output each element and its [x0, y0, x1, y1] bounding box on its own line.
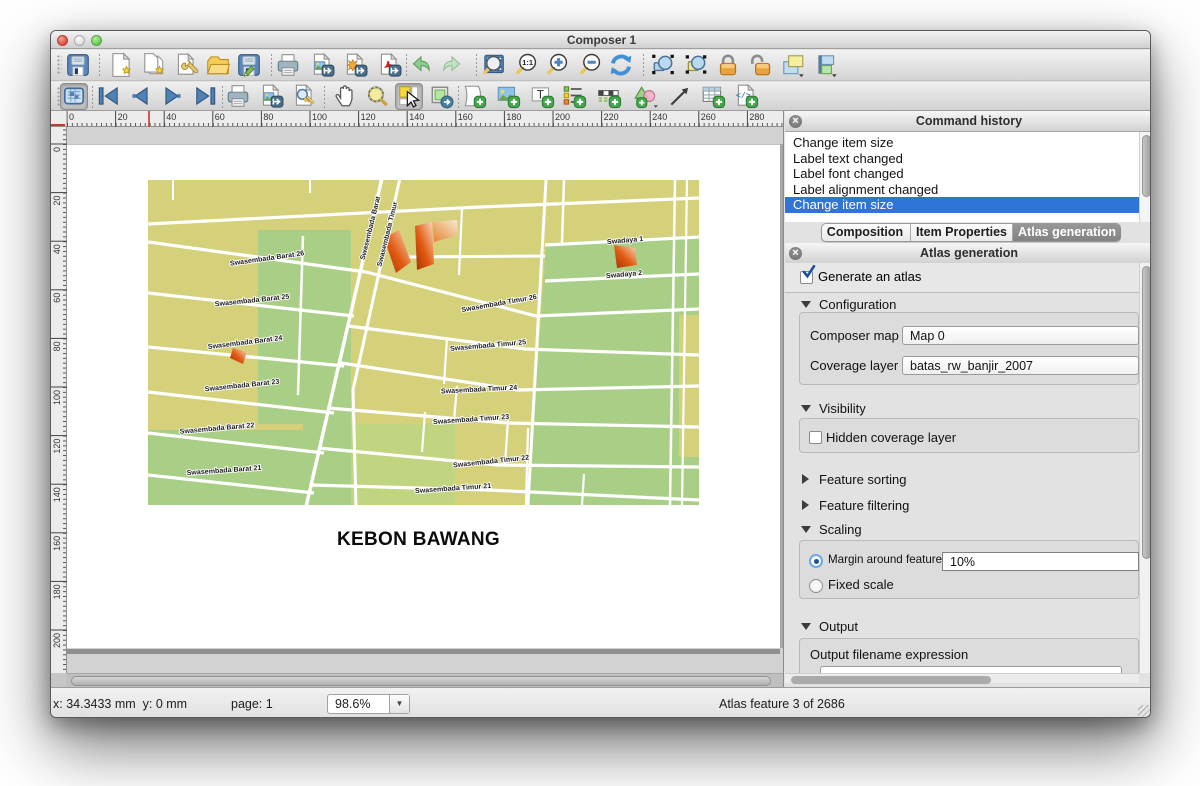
svg-text:120: 120	[361, 112, 376, 122]
svg-text:260: 260	[701, 112, 716, 122]
svg-text:200: 200	[555, 112, 570, 122]
svg-text:200: 200	[52, 633, 62, 648]
svg-text:40: 40	[166, 112, 176, 122]
svg-text:280: 280	[749, 112, 764, 122]
svg-text:80: 80	[263, 112, 273, 122]
svg-text:100: 100	[312, 112, 327, 122]
svg-text:100: 100	[52, 390, 62, 405]
svg-text:1:1: 1:1	[522, 58, 533, 67]
svg-text:80: 80	[52, 341, 62, 351]
svg-text:180: 180	[52, 584, 62, 599]
svg-text:120: 120	[52, 439, 62, 454]
svg-text:40: 40	[52, 244, 62, 254]
svg-text:60: 60	[52, 293, 62, 303]
svg-text:220: 220	[604, 112, 619, 122]
svg-text:160: 160	[52, 536, 62, 551]
svg-text:20: 20	[118, 112, 128, 122]
svg-text:0: 0	[52, 147, 62, 152]
svg-text:160: 160	[458, 112, 473, 122]
svg-text:60: 60	[215, 112, 225, 122]
svg-text:140: 140	[52, 487, 62, 502]
svg-text:240: 240	[652, 112, 667, 122]
svg-text:140: 140	[409, 112, 424, 122]
svg-text:0: 0	[69, 112, 74, 122]
svg-text:20: 20	[52, 196, 62, 206]
svg-text:180: 180	[506, 112, 521, 122]
